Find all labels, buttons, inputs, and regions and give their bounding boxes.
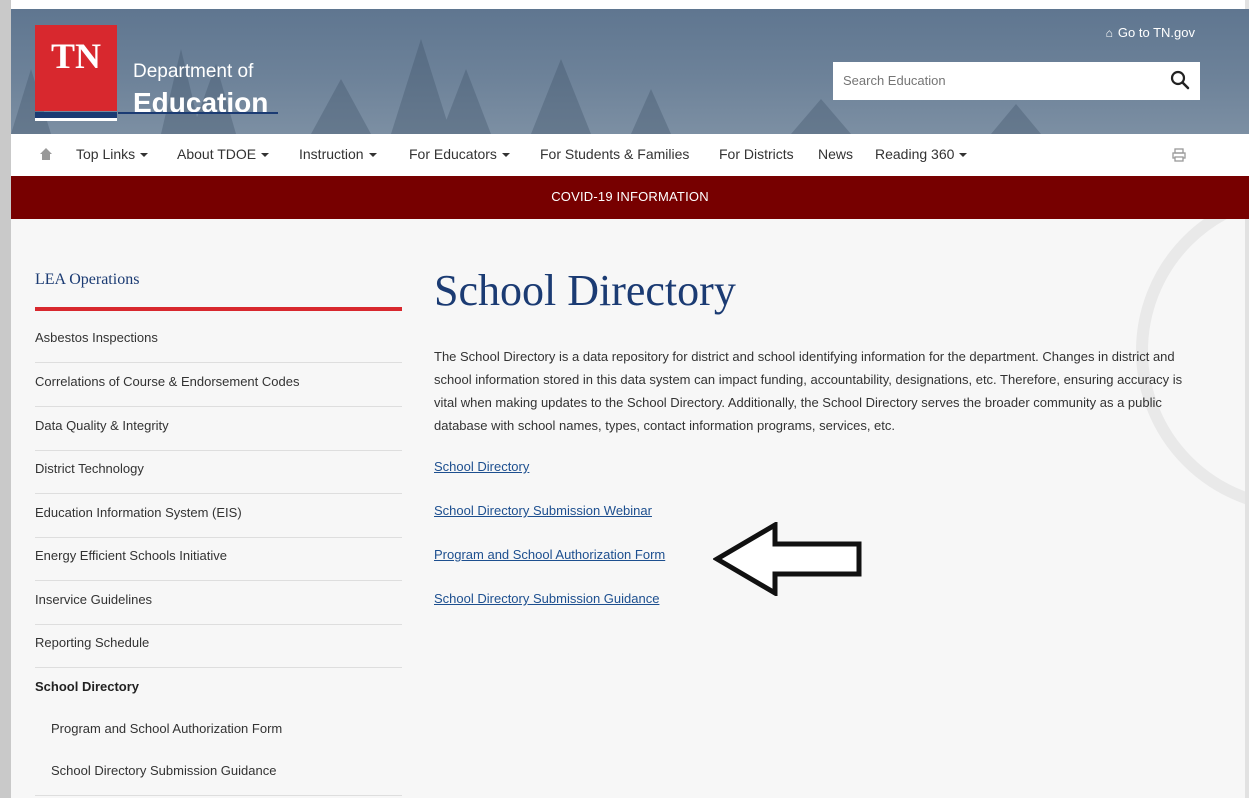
nav-reading-360[interactable]: Reading 360 [875, 146, 968, 162]
screen-left-edge [0, 0, 11, 798]
sidebar-item-label: Correlations of Course & Endorsement Cod… [35, 374, 300, 389]
sidebar-item-label: School Directory Submission Guidance [51, 763, 277, 778]
sidebar-item-label: Reporting Schedule [35, 635, 150, 650]
nav-label: For Educators [409, 146, 497, 162]
nav-instruction[interactable]: Instruction [299, 146, 377, 162]
content-area: LEA Operations Asbestos Inspections Corr… [11, 219, 1245, 798]
dept-name-line2[interactable]: Education [133, 87, 268, 119]
nav-for-students-families[interactable]: For Students & Families [540, 146, 689, 162]
sidebar-item-label: Inservice Guidelines [35, 592, 153, 607]
sidebar-item-label: District Technology [35, 461, 144, 476]
link-submission-guidance[interactable]: School Directory Submission Guidance [434, 591, 659, 606]
sidebar-title[interactable]: LEA Operations [35, 271, 139, 289]
search-box [833, 62, 1200, 100]
logo-text: TN [50, 36, 101, 76]
caret-down-icon [959, 153, 968, 158]
arrow-left-annotation [713, 522, 862, 596]
sidebar-item-school-directory[interactable]: School Directory [35, 668, 402, 711]
sidebar-item-data-quality[interactable]: Data Quality & Integrity [35, 407, 402, 451]
sidebar-item-label: Energy Efficient Schools Initiative [35, 548, 227, 563]
sidebar-subitem-authorization-form[interactable]: Program and School Authorization Form [35, 710, 402, 753]
sidebar-subitem-submission-guidance[interactable]: School Directory Submission Guidance [35, 752, 402, 796]
nav-label: About TDOE [177, 146, 257, 162]
nav-label: For Students & Families [540, 146, 690, 162]
sidebar-item-reporting-schedule[interactable]: Reporting Schedule [35, 624, 402, 668]
caret-down-icon [140, 153, 149, 158]
page-title: School Directory [434, 266, 736, 315]
caret-down-icon [261, 153, 270, 158]
caret-down-icon [368, 153, 377, 158]
covid-banner-text: COVID-19 INFORMATION [551, 189, 709, 204]
print-icon[interactable] [1172, 148, 1186, 162]
sidebar-item-label: Data Quality & Integrity [35, 418, 169, 433]
sidebar-item-district-technology[interactable]: District Technology [35, 450, 402, 494]
covid-banner[interactable]: COVID-19 INFORMATION [11, 176, 1249, 219]
search-icon[interactable] [1170, 70, 1190, 90]
nav-about-tdoe[interactable]: About TDOE [177, 146, 270, 162]
home-icon[interactable] [39, 147, 53, 161]
dept-name-line1[interactable]: Department of [133, 61, 253, 83]
nav-label: Instruction [299, 146, 364, 162]
sidebar-item-correlations[interactable]: Correlations of Course & Endorsement Cod… [35, 363, 402, 407]
intro-paragraph: The School Directory is a data repositor… [434, 349, 1183, 433]
logo-stripe-white [35, 118, 117, 121]
nav-for-educators[interactable]: For Educators [409, 146, 510, 162]
tn-logo[interactable]: TN [35, 25, 117, 111]
nav-news[interactable]: News [818, 146, 853, 162]
link-submission-webinar[interactable]: School Directory Submission Webinar [434, 503, 652, 518]
sidebar-item-label: Education Information System (EIS) [35, 505, 242, 520]
nav-label: Top Links [76, 146, 136, 162]
sidebar-item-label: Asbestos Inspections [35, 330, 158, 345]
nav-label: Reading 360 [875, 146, 955, 162]
link-authorization-form[interactable]: Program and School Authorization Form [434, 547, 665, 562]
nav-for-districts[interactable]: For Districts [719, 146, 794, 162]
home-icon: ⌂ [1105, 26, 1113, 40]
sidebar-title-rule [35, 307, 402, 311]
sidebar-item-eis[interactable]: Education Information System (EIS) [35, 494, 402, 538]
sidebar-item-label: School Directory [35, 679, 140, 694]
caret-down-icon [501, 153, 510, 158]
nav-top-links[interactable]: Top Links [76, 146, 149, 162]
site-header: TN Department of Education ⌂ Go to TN.gov [11, 9, 1249, 134]
sidebar-item-inservice[interactable]: Inservice Guidelines [35, 581, 402, 625]
go-to-tn-label: Go to TN.gov [1117, 25, 1195, 40]
search-input[interactable] [833, 62, 1143, 98]
link-school-directory[interactable]: School Directory [434, 459, 529, 474]
main-nav: Top Links About TDOE Instruction For Edu… [11, 134, 1249, 177]
screen-top-edge [0, 0, 1249, 9]
go-to-tn-link[interactable]: ⌂ Go to TN.gov [1106, 25, 1195, 40]
sidebar-item-label: Program and School Authorization Form [51, 721, 283, 736]
nav-label: News [818, 146, 854, 162]
sidebar-item-asbestos[interactable]: Asbestos Inspections [35, 319, 402, 363]
dept-rule [118, 112, 278, 114]
sidebar-item-energy-efficient[interactable]: Energy Efficient Schools Initiative [35, 537, 402, 581]
nav-label: For Districts [719, 146, 794, 162]
